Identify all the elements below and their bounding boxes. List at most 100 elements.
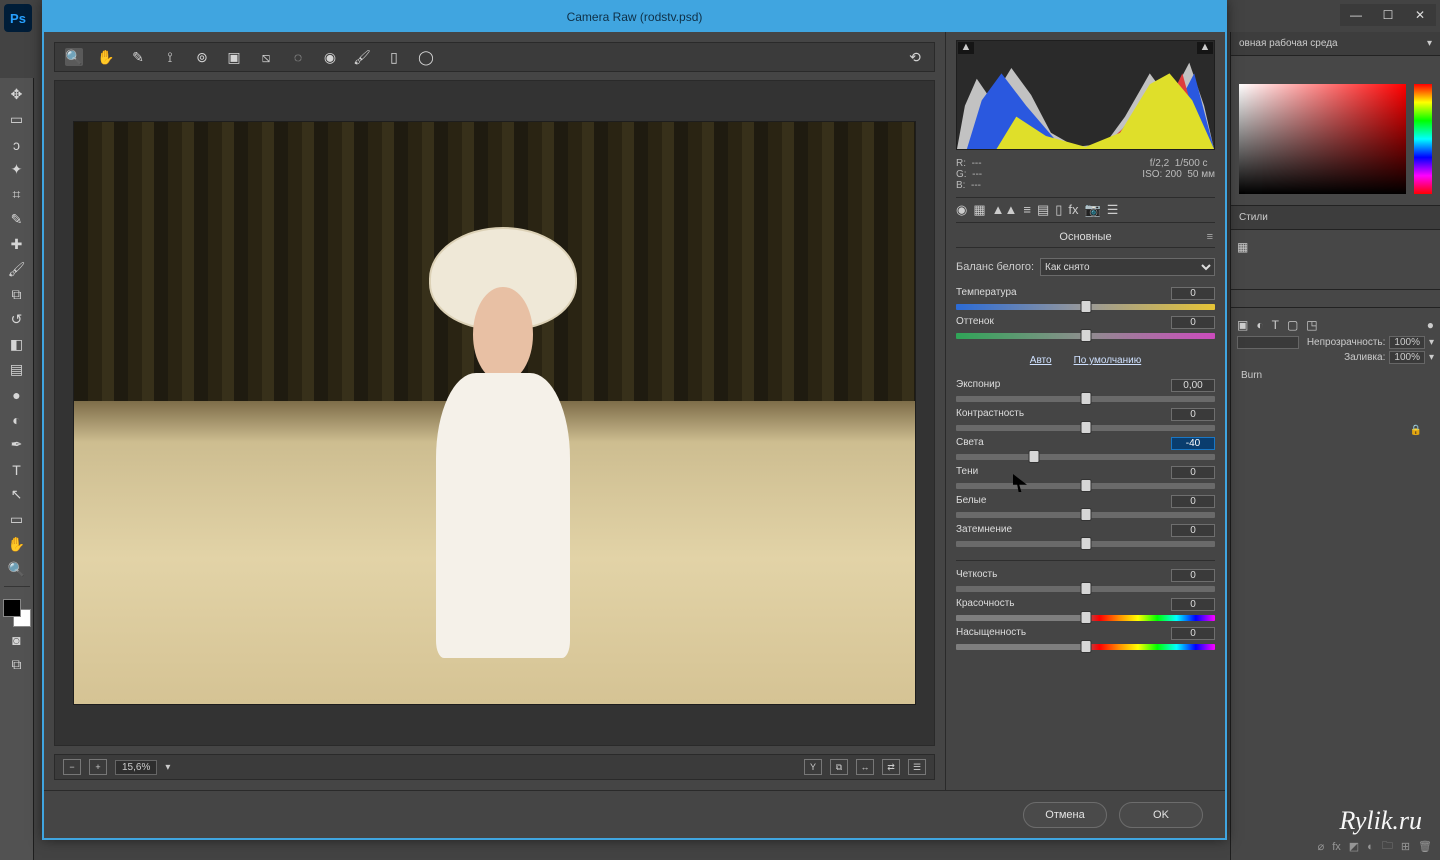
panel-menu-icon[interactable]: ≡ (1207, 231, 1213, 243)
ok-button[interactable]: OK (1119, 802, 1203, 828)
slider-thumb[interactable] (1080, 611, 1091, 624)
zoom-level[interactable]: 15,6% (115, 760, 157, 775)
clone-stamp-tool-icon[interactable]: ⧉ (2, 282, 32, 307)
slider-value[interactable]: 0,00 (1171, 379, 1215, 392)
straighten-tool-icon[interactable]: ⧅ (257, 48, 275, 66)
filter-shape-icon[interactable]: ▢ (1287, 318, 1298, 332)
slider-value[interactable]: 0 (1171, 316, 1215, 329)
eraser-tool-icon[interactable]: ◧ (2, 332, 32, 357)
os-minimize-button[interactable]: — (1340, 4, 1372, 26)
preview-before-after-button[interactable]: ↔ (856, 759, 874, 775)
slider-thumb[interactable] (1080, 392, 1091, 405)
chevron-down-icon[interactable]: ▾ (165, 762, 170, 773)
slider-thumb[interactable] (1080, 329, 1091, 342)
slider-thumb[interactable] (1080, 479, 1091, 492)
adjustment-icon[interactable]: ◐ (1367, 841, 1374, 853)
adjustment-brush-tool-icon[interactable]: 🖌 (353, 48, 371, 66)
fill-value[interactable]: 100% (1389, 351, 1425, 364)
preview-swap-button[interactable]: ⇄ (882, 759, 900, 775)
os-close-button[interactable]: ✕ (1404, 4, 1436, 26)
slider-track[interactable] (956, 304, 1215, 310)
tab-curve-icon[interactable]: ▦ (973, 202, 985, 218)
slider-track[interactable] (956, 425, 1215, 431)
slider-value[interactable]: 0 (1171, 569, 1215, 582)
slider-track[interactable] (956, 586, 1215, 592)
healing-brush-tool-icon[interactable]: ✚ (2, 232, 32, 257)
move-tool-icon[interactable]: ✥ (2, 82, 32, 107)
slider-track[interactable] (956, 396, 1215, 402)
tab-hsl-icon[interactable]: ≡ (1023, 202, 1031, 218)
tab-detail-icon[interactable]: ▲▲ (992, 202, 1018, 218)
filter-toggle-icon[interactable]: ● (1427, 318, 1434, 332)
workspace-selector[interactable]: овная рабочая среда ▾ (1231, 32, 1440, 56)
os-maximize-button[interactable]: ☐ (1372, 4, 1404, 26)
default-link[interactable]: По умолчанию (1074, 355, 1142, 366)
zoomin-button[interactable]: + (89, 759, 107, 775)
slider-track[interactable] (956, 541, 1215, 547)
lasso-tool-icon[interactable]: ɔ (2, 132, 32, 157)
quickmask-icon[interactable]: ◙ (2, 627, 32, 652)
mask-icon[interactable]: ◩ (1349, 840, 1359, 853)
preview-mode-y-button[interactable]: Y (804, 759, 822, 775)
redeye-tool-icon[interactable]: ◉ (321, 48, 339, 66)
histogram[interactable]: ▲ ▲ (956, 40, 1215, 150)
marquee-tool-icon[interactable]: ▭ (2, 107, 32, 132)
blur-tool-icon[interactable]: ● (2, 382, 32, 407)
zoom-tool-icon[interactable]: 🔍 (65, 48, 83, 66)
crop-tool-icon[interactable]: ⌗ (2, 182, 32, 207)
graduated-filter-tool-icon[interactable]: ▯ (385, 48, 403, 66)
slider-thumb[interactable] (1080, 640, 1091, 653)
slider-value[interactable]: 0 (1171, 598, 1215, 611)
tab-split-icon[interactable]: ▤ (1037, 202, 1049, 218)
target-adjust-tool-icon[interactable]: ⊚ (193, 48, 211, 66)
hand-tool-icon[interactable]: ✋ (97, 48, 115, 66)
zoom-tool-icon[interactable]: 🔍 (2, 557, 32, 582)
white-balance-tool-icon[interactable]: ✎ (129, 48, 147, 66)
color-sampler-tool-icon[interactable]: ⟟ (161, 48, 179, 66)
slider-value[interactable]: 0 (1171, 495, 1215, 508)
slider-track[interactable] (956, 615, 1215, 621)
magic-wand-tool-icon[interactable]: ✦ (2, 157, 32, 182)
new-layer-icon[interactable]: ⊞ (1401, 840, 1410, 853)
foreground-swatch[interactable] (3, 599, 21, 617)
slider-value[interactable]: 0 (1171, 408, 1215, 421)
preview-settings-button[interactable]: ☰ (908, 759, 926, 775)
slider-thumb[interactable] (1080, 508, 1091, 521)
group-icon[interactable]: 🗀 (1382, 837, 1393, 856)
slider-value[interactable]: 0 (1171, 627, 1215, 640)
rectangle-tool-icon[interactable]: ▭ (2, 507, 32, 532)
wb-select[interactable]: Как снято (1040, 258, 1215, 276)
filter-type-icon[interactable]: T (1272, 318, 1279, 332)
chevron-down-icon[interactable]: ▾ (1429, 352, 1434, 363)
history-brush-tool-icon[interactable]: ↺ (2, 307, 32, 332)
slider-track[interactable] (956, 333, 1215, 339)
slider-thumb[interactable] (1028, 450, 1039, 463)
slider-value[interactable]: -40 (1171, 437, 1215, 450)
screenmode-icon[interactable]: ⧉ (2, 652, 32, 677)
brush-tool-icon[interactable]: 🖌 (2, 257, 32, 282)
slider-thumb[interactable] (1080, 582, 1091, 595)
tab-presets-icon[interactable]: ☰ (1107, 202, 1119, 218)
path-tool-icon[interactable]: ↖ (2, 482, 32, 507)
type-tool-icon[interactable]: T (2, 457, 32, 482)
chevron-down-icon[interactable]: ▾ (1429, 337, 1434, 348)
slider-track[interactable] (956, 483, 1215, 489)
auto-link[interactable]: Авто (1030, 355, 1052, 366)
tab-camera-icon[interactable]: 📷 (1085, 202, 1101, 218)
slider-value[interactable]: 0 (1171, 287, 1215, 300)
eyedropper-tool-icon[interactable]: ✎ (2, 207, 32, 232)
filter-adjust-icon[interactable]: ◐ (1256, 318, 1263, 332)
slider-track[interactable] (956, 512, 1215, 518)
color-field[interactable] (1239, 84, 1406, 194)
filter-pixel-icon[interactable]: ▣ (1237, 318, 1248, 332)
slider-value[interactable]: 0 (1171, 466, 1215, 479)
spot-removal-tool-icon[interactable]: ◌ (289, 48, 307, 66)
link-layers-icon[interactable]: ⌀ (1318, 840, 1325, 853)
preview-split-button[interactable]: ⧉ (830, 759, 848, 775)
rotate-icon[interactable]: ⟲ (906, 48, 924, 66)
slider-track[interactable] (956, 454, 1215, 460)
styles-grid-icon[interactable]: ▦ (1237, 240, 1248, 254)
gradient-tool-icon[interactable]: ▤ (2, 357, 32, 382)
cancel-button[interactable]: Отмена (1023, 802, 1107, 828)
cr-preview[interactable] (54, 80, 935, 746)
